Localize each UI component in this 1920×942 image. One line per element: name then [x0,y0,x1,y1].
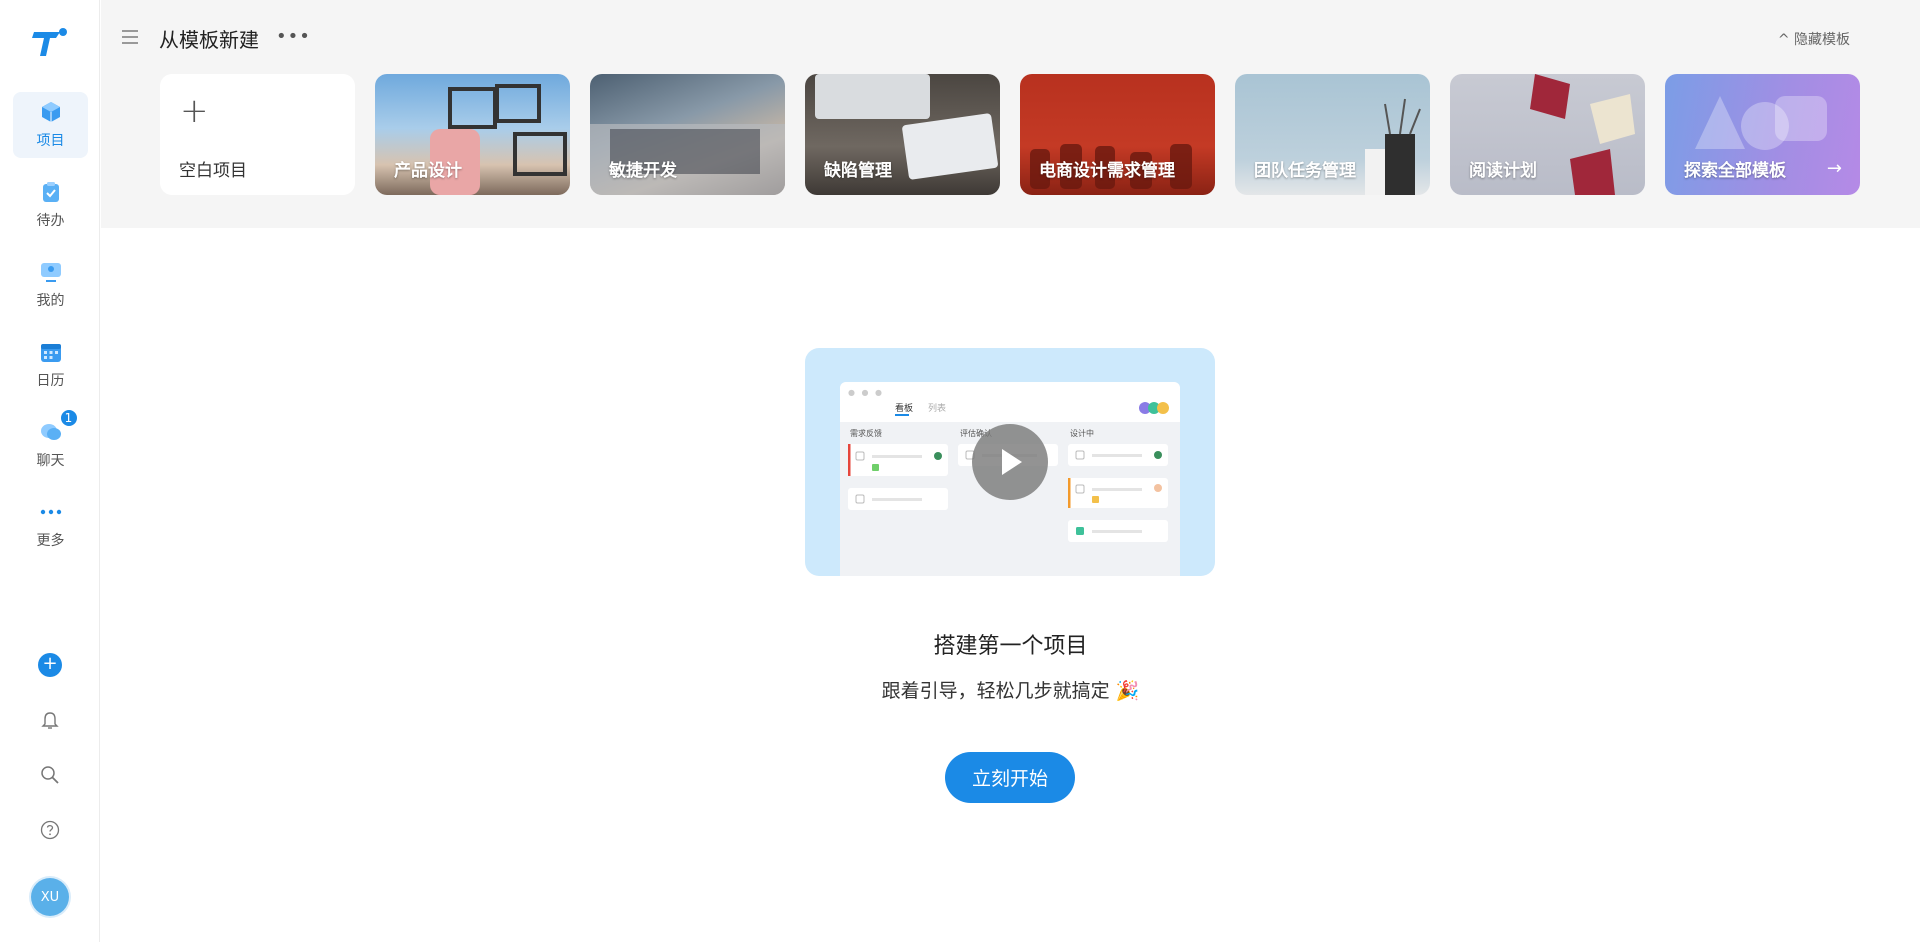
bell-icon [41,712,59,729]
more-dots-icon [39,500,63,524]
unread-badge: 1 [58,408,79,428]
help-circle-icon [40,820,60,840]
search-icon [41,766,59,784]
sidebar-item-label: 更多 [36,533,65,549]
sidebar: 项目 待办 我的 日历 1 聊天 更多 + XU [0,0,100,942]
sidebar-item-todo[interactable]: 待办 [13,172,88,238]
project-cube-icon [39,100,63,124]
empty-state-title: 搭建第一个项目 [933,634,1088,659]
notifications-button[interactable] [38,709,62,733]
plus-icon: + [38,653,62,677]
sidebar-item-label: 日历 [36,373,65,389]
create-button[interactable]: + [38,653,62,677]
sidebar-item-label: 项目 [36,133,65,149]
search-button[interactable] [38,763,62,787]
app-logo-icon[interactable] [30,26,70,62]
sidebar-item-label: 我的 [36,293,65,309]
help-button[interactable] [38,818,62,842]
start-now-button[interactable]: 立刻开始 [945,752,1075,803]
empty-state-subtitle: 跟着引导，轻松几步就搞定 🎉 [881,680,1140,702]
sidebar-item-chat[interactable]: 1 聊天 [13,408,88,478]
sidebar-item-project[interactable]: 项目 [13,92,88,158]
sidebar-item-mine[interactable]: 我的 [13,252,88,318]
chat-bubble-icon: 1 [39,408,79,444]
monitor-user-icon [39,260,63,284]
calendar-icon [39,340,63,364]
sidebar-item-label: 待办 [36,213,65,229]
user-avatar[interactable]: XU [31,878,69,916]
clipboard-todo-icon [39,180,63,204]
sidebar-item-label: 聊天 [36,453,65,469]
sidebar-item-more[interactable]: 更多 [13,492,88,558]
sidebar-item-calendar[interactable]: 日历 [13,332,88,398]
